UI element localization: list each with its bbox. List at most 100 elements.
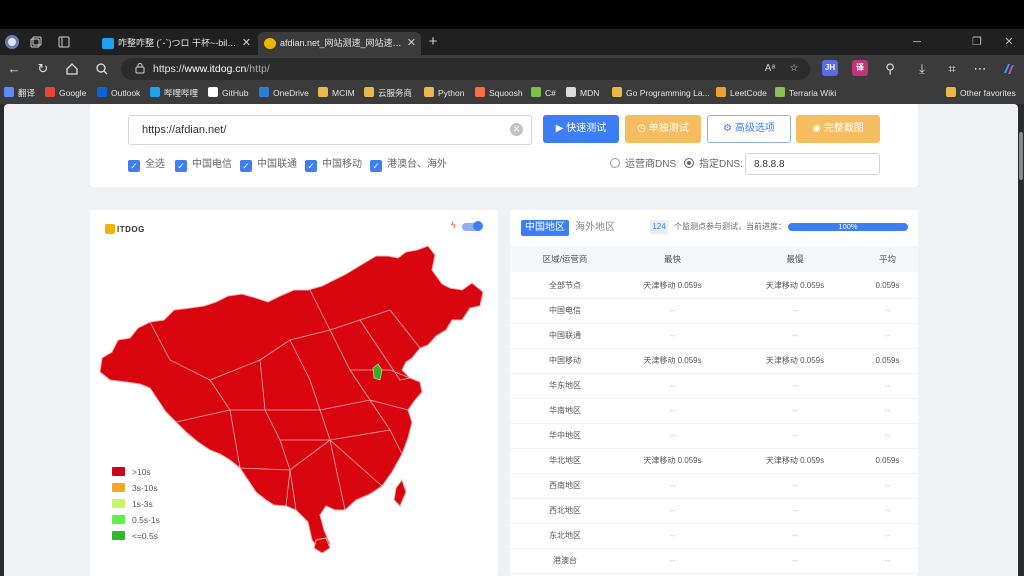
tab-overseas[interactable]: 海外地区 [571,220,619,236]
checkbox-label: 中国电信 [192,159,232,170]
page-scrollbar[interactable] [1018,104,1024,576]
legend-swatch [112,531,125,540]
full-screenshot-button[interactable]: ◉ 完整截图 [796,115,880,143]
bookmark-label: OneDrive [273,88,309,98]
address-bar[interactable]: https://www.itdog.cn/http/ Aᵃ ☆ [121,58,810,80]
table-row[interactable]: 西南地区 -- -- -- [510,473,918,499]
tab-afdian[interactable]: afdian.net_网站测速_网站速度测试... ✕ [258,32,421,55]
close-tab-icon[interactable]: ✕ [407,32,416,55]
checkbox-icon: ✓ [240,160,252,172]
taiwan-island[interactable] [393,478,407,507]
close-tab-icon[interactable]: ✕ [242,32,251,55]
fast-test-button[interactable]: ▶ 快速测试 [543,115,619,143]
new-tab-icon[interactable]: + [424,32,442,52]
bookmark-item[interactable]: Outlook [97,85,140,102]
tab-bilibili[interactable]: 咋整咋整 (´-`)つロ 干杯~-bilibili ✕ [96,32,256,55]
bookmark-item[interactable]: Google [45,85,86,102]
scrollbar-thumb[interactable] [1019,132,1023,180]
bookmark-item[interactable]: Terraria Wiki [775,85,836,102]
bookmark-item[interactable]: MDN [566,85,599,102]
table-cell: 天津移动 0.059s [765,281,825,290]
fast-test-label: 快速测试 [566,123,607,134]
checkbox-telecom[interactable]: ✓ 中国电信 [175,157,232,173]
legend-item[interactable]: 0.5s-1s [112,514,160,526]
table-cell: -- [792,306,798,315]
table-row[interactable]: 中国电信 -- -- -- [510,298,918,324]
extensions-puzzle-icon[interactable]: ⚲ [880,59,900,79]
table-row[interactable]: 华南地区 -- -- -- [510,398,918,424]
minimize-icon[interactable]: ─ [902,32,932,52]
table-row[interactable]: 华东地区 -- -- -- [510,373,918,399]
page-content: https://afdian.net/ ✕ ▶ 快速测试 ◷ 单独测试 ⚙ 高级… [4,104,1018,576]
clear-input-icon[interactable]: ✕ [510,123,523,136]
extension-jh-icon[interactable]: JH [822,60,838,76]
bookmark-item[interactable]: Squoosh [475,85,523,102]
profile-icon[interactable] [4,34,20,50]
radio-isp-dns[interactable]: 运营商DNS [610,157,676,173]
search-icon[interactable] [92,59,112,79]
table-cell: -- [884,406,891,415]
table-row[interactable]: 中国联通 -- -- -- [510,323,918,349]
table-row[interactable]: 华中地区 -- -- -- [510,423,918,449]
legend-item[interactable]: 3s-10s [112,482,158,494]
dns-input[interactable]: 8.8.8.8 [745,153,880,175]
radio-custom-dns[interactable]: 指定DNS: [684,157,743,173]
tab-strip: 咋整咋整 (´-`)つロ 干杯~-bilibili ✕ afdian.net_网… [0,29,1024,55]
home-icon[interactable] [62,59,82,79]
bookmark-item[interactable]: Python [424,85,464,102]
bookmark-label: C# [545,88,556,98]
checkbox-label: 港澳台、海外 [387,159,447,170]
bookmark-item[interactable]: 云服务商 [364,85,412,102]
table-row[interactable]: 东北地区 -- -- -- [510,523,918,549]
checkbox-label: 中国联通 [257,159,297,170]
test-url-input[interactable]: https://afdian.net/ ✕ [128,115,532,145]
checkbox-select-all[interactable]: ✓ 全选 [128,157,165,173]
table-row[interactable]: 华北地区 天津移动 0.059s 天津移动 0.059s 0.059s [510,448,918,474]
bookmark-item[interactable]: OneDrive [259,85,309,102]
bookmark-item[interactable]: MCIM [318,85,355,102]
bookmark-label: LeetCode [730,88,767,98]
bookmark-item[interactable]: LeetCode [716,85,767,102]
bookmark-icon [150,87,160,97]
table-row[interactable]: 港澳台 -- -- -- [510,548,918,574]
bookmark-item[interactable]: 哔哩哔哩 [150,85,198,102]
favorite-star-icon[interactable]: ☆ [785,60,803,78]
extension-translate-icon[interactable]: 译 [852,60,868,76]
restore-icon[interactable]: ❐ [962,32,992,52]
workspaces-icon[interactable] [28,34,44,50]
table-row[interactable]: 中国移动 天津移动 0.059s 天津移动 0.059s 0.059s [510,348,918,374]
checkbox-overseas[interactable]: ✓ 港澳台、海外 [370,157,447,173]
tab-china[interactable]: 中国地区 [521,220,569,236]
table-cell: -- [792,531,798,540]
tab-title: 咋整咋整 (´-`)つロ 干杯~-bilibili [118,38,238,48]
bookmark-item[interactable]: GitHub [208,85,248,102]
downloads-icon[interactable]: ⤓ [912,59,932,79]
back-icon[interactable]: ← [4,59,24,79]
bookmark-item[interactable]: 翻译 [4,85,35,102]
bookmark-item[interactable]: Other favorites [946,85,1016,102]
table-cell: -- [884,331,891,340]
screenshot-icon[interactable]: ⌗ [942,59,962,79]
single-test-button[interactable]: ◷ 单独测试 [625,115,701,143]
bookmark-item[interactable]: Go Programming La... [612,85,710,102]
bookmark-item[interactable]: C# [531,85,556,102]
copilot-icon[interactable] [999,59,1019,79]
table-row[interactable]: 全部节点 天津移动 0.059s 天津移动 0.059s 0.059s [510,273,918,299]
china-mainland-region[interactable] [99,245,484,551]
checkbox-unicom[interactable]: ✓ 中国联通 [240,157,297,173]
table-cell: -- [669,431,676,440]
advanced-options-button[interactable]: ⚙ 高级选项 [707,115,791,143]
checkbox-mobile[interactable]: ✓ 中国移动 [305,157,362,173]
close-window-icon[interactable]: ✕ [994,32,1024,52]
tab-actions-icon[interactable] [56,34,72,50]
legend-item[interactable]: 1s-3s [112,498,153,510]
lock-icon[interactable] [133,62,147,76]
table-row[interactable]: 西北地区 -- -- -- [510,498,918,524]
more-menu-icon[interactable]: ⋯ [970,59,990,79]
refresh-icon[interactable]: ↻ [33,59,53,79]
table-cell: -- [669,531,676,540]
read-aloud-icon[interactable]: Aᵃ [761,60,779,78]
legend-item[interactable]: <=0.5s [112,530,158,542]
bookmark-label: MCIM [332,88,355,98]
legend-item[interactable]: >10s [112,466,151,478]
